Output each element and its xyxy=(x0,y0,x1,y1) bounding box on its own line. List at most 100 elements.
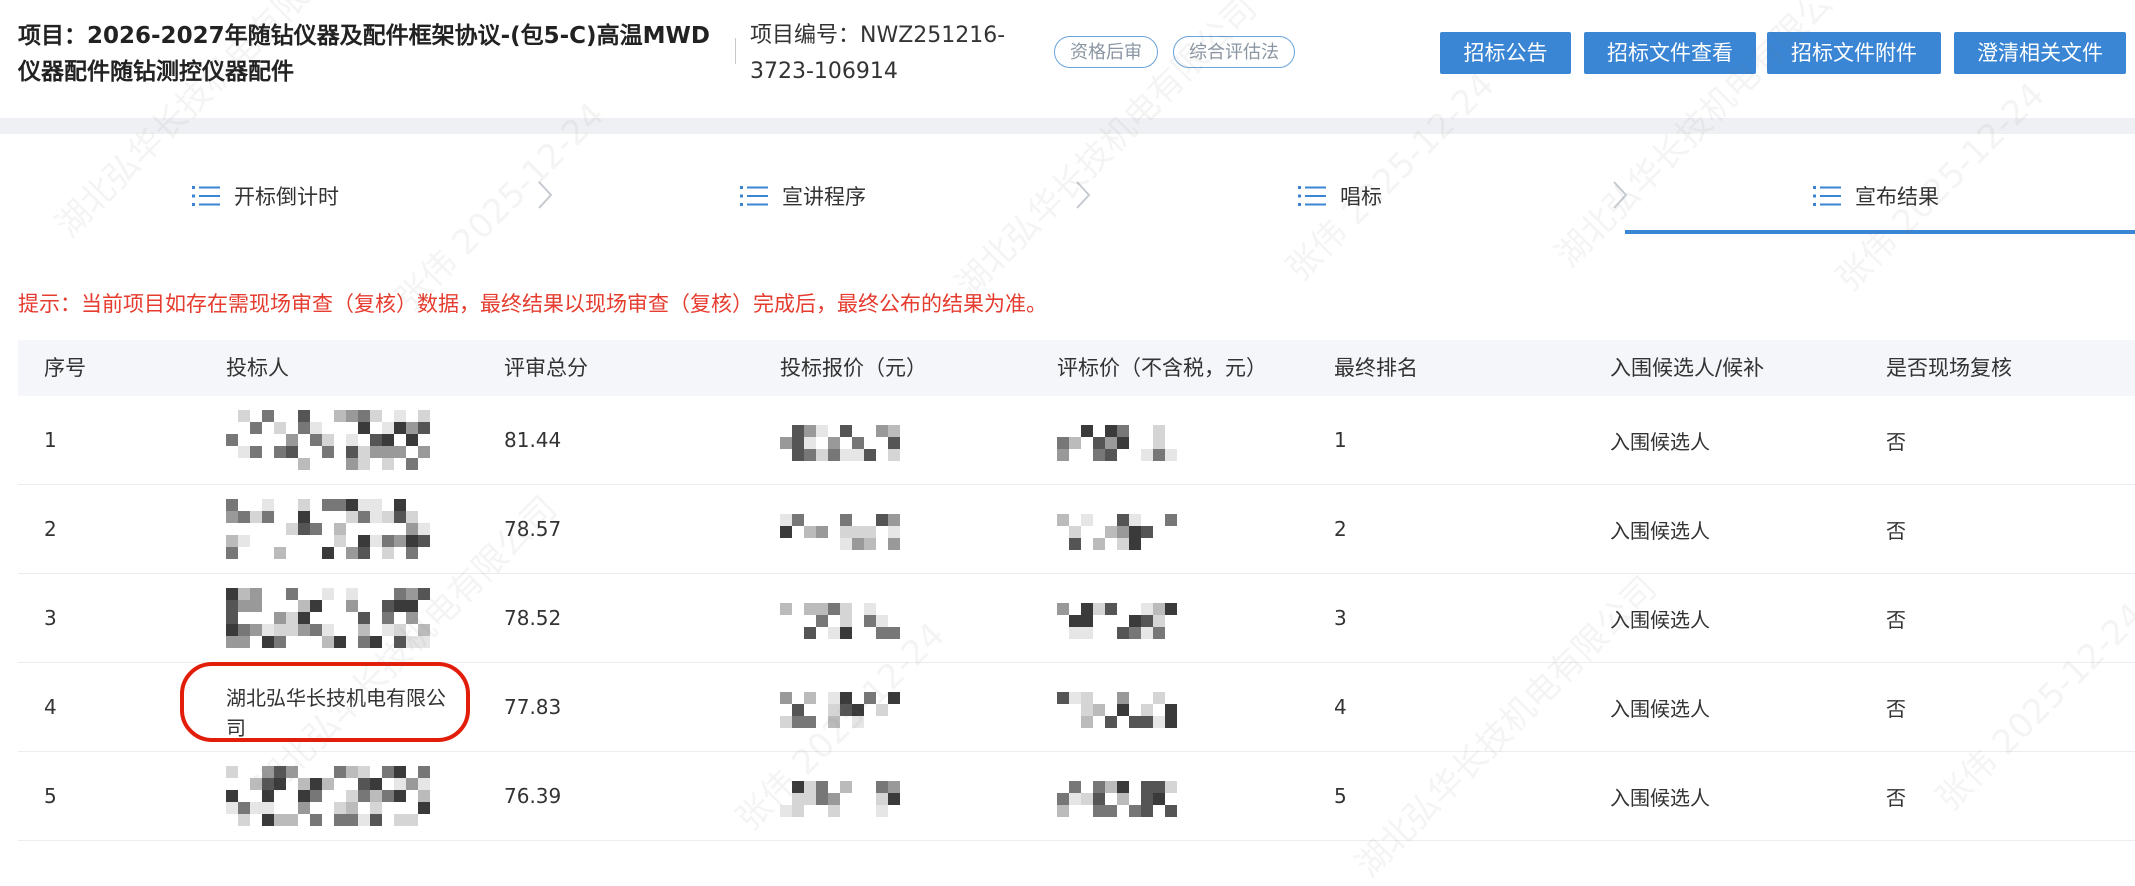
total-score: 76.39 xyxy=(504,784,562,808)
bidder-cell xyxy=(226,485,430,573)
column-header: 投标报价（元） xyxy=(780,356,927,380)
redacted-bid-price xyxy=(780,425,900,461)
tag-qualification-review: 资格后审 xyxy=(1054,36,1158,68)
redacted-bid-price xyxy=(780,692,900,728)
final-rank: 2 xyxy=(1334,517,1347,541)
candidate-status: 入围候选人 xyxy=(1610,607,1710,632)
row-number: 2 xyxy=(44,517,57,541)
evaluated-price-cell xyxy=(1057,485,1177,573)
section-divider xyxy=(0,118,2135,134)
column-header: 最终排名 xyxy=(1334,356,1418,380)
evaluated-price-cell xyxy=(1057,574,1177,662)
redacted-bid-price xyxy=(780,781,900,817)
redacted-bidder xyxy=(226,766,430,826)
candidate-status: 入围候选人 xyxy=(1610,429,1710,454)
step-bid-reading[interactable]: 唱标 xyxy=(1298,178,1382,214)
table-row: 2 78.57 2 入围候选人 否 xyxy=(18,485,2135,574)
table-row: 3 78.52 3 入围候选人 否 xyxy=(18,574,2135,663)
list-icon xyxy=(1813,186,1841,206)
step-label: 宣布结果 xyxy=(1855,185,1939,209)
project-number: 项目编号：NWZ251216-3723-106914 xyxy=(750,23,1006,84)
table-row: 1 81.44 1 入围候选人 否 xyxy=(18,396,2135,485)
redacted-evaluated-price xyxy=(1057,514,1177,550)
chevron-right-icon xyxy=(1613,181,1628,209)
total-score: 77.83 xyxy=(504,695,562,719)
table-row: 5 76.39 5 入围候选人 否 xyxy=(18,752,2135,841)
row-number: 5 xyxy=(44,784,57,808)
redacted-evaluated-price xyxy=(1057,603,1177,639)
column-header: 序号 xyxy=(44,356,86,380)
list-icon xyxy=(740,186,768,206)
candidate-status: 入围候选人 xyxy=(1610,518,1710,543)
column-header: 评标价（不含税，元） xyxy=(1057,356,1267,380)
evaluated-price-cell xyxy=(1057,396,1177,484)
bid-price-cell xyxy=(780,574,900,662)
bid-price-cell xyxy=(780,396,900,484)
header-divider xyxy=(735,38,736,64)
step-label: 宣讲程序 xyxy=(782,185,866,209)
column-header: 是否现场复核 xyxy=(1886,356,2012,380)
project-header: 项目：2026-2027年随钻仪器及配件框架协议-(包5-C)高温MWD仪器配件… xyxy=(0,0,2135,118)
step-announce-results[interactable]: 宣布结果 xyxy=(1813,178,1939,214)
tender-attachments-button[interactable]: 招标文件附件 xyxy=(1767,32,1941,74)
chevron-right-icon xyxy=(1076,181,1091,209)
bidder-cell xyxy=(226,752,430,840)
redacted-bidder xyxy=(226,499,430,559)
bid-price-cell xyxy=(780,485,900,573)
total-score: 78.57 xyxy=(504,517,562,541)
tender-document-view-button[interactable]: 招标文件查看 xyxy=(1584,32,1756,74)
step-label: 开标倒计时 xyxy=(234,185,339,209)
column-header: 投标人 xyxy=(226,356,289,380)
chevron-right-icon xyxy=(538,181,553,209)
redacted-evaluated-price xyxy=(1057,692,1177,728)
step-label: 唱标 xyxy=(1340,185,1382,209)
step-opening-countdown[interactable]: 开标倒计时 xyxy=(192,178,339,214)
total-score: 81.44 xyxy=(504,428,562,452)
redacted-bid-price xyxy=(780,514,900,550)
list-icon xyxy=(192,186,220,206)
candidate-status: 入围候选人 xyxy=(1610,696,1710,721)
redacted-bidder xyxy=(226,410,430,470)
results-table: 序号 投标人 评审总分 投标报价（元） 评标价（不含税，元） 最终排名 入围候选… xyxy=(18,340,2135,841)
evaluated-price-cell xyxy=(1057,752,1177,840)
bidder-cell xyxy=(226,574,430,662)
tag-evaluation-method: 综合评估法 xyxy=(1173,36,1295,68)
bidder-cell: 湖北弘华长技机电有限公司 xyxy=(226,663,456,751)
result-notice: 提示：当前项目如存在需现场审查（复核）数据，最终结果以现场审查（复核）完成后，最… xyxy=(18,292,1047,316)
redacted-bidder xyxy=(226,588,430,648)
table-body: 1 81.44 1 入围候选人否 2 78.57 2 入围候选人否 3 78.52 3 入围候选人否 4… xyxy=(18,396,2135,841)
list-icon xyxy=(1298,186,1326,206)
active-step-indicator xyxy=(1625,230,2135,234)
process-steps: 开标倒计时 宣讲程序 唱标 宣布结果 xyxy=(0,134,2135,234)
redacted-evaluated-price xyxy=(1057,425,1177,461)
bid-price-cell xyxy=(780,663,900,751)
tender-announcement-button[interactable]: 招标公告 xyxy=(1440,32,1571,74)
bidder-name: 湖北弘华长技机电有限公司 xyxy=(226,686,446,740)
clarification-files-button[interactable]: 澄清相关文件 xyxy=(1954,32,2126,74)
final-rank: 5 xyxy=(1334,784,1347,808)
table-row: 4 湖北弘华长技机电有限公司 77.83 4 入围候选人 否 xyxy=(18,663,2135,752)
project-title: 项目：2026-2027年随钻仪器及配件框架协议-(包5-C)高温MWD仪器配件… xyxy=(18,23,710,85)
final-rank: 1 xyxy=(1334,428,1347,452)
onsite-review: 否 xyxy=(1886,785,1906,810)
onsite-review: 否 xyxy=(1886,429,1906,454)
step-briefing-procedure[interactable]: 宣讲程序 xyxy=(740,178,866,214)
column-header: 入围候选人/候补 xyxy=(1610,356,1765,380)
table-header: 序号 投标人 评审总分 投标报价（元） 评标价（不含税，元） 最终排名 入围候选… xyxy=(18,340,2135,396)
redacted-bid-price xyxy=(780,603,900,639)
bidder-cell xyxy=(226,396,430,484)
total-score: 78.52 xyxy=(504,606,562,630)
column-header: 评审总分 xyxy=(504,356,588,380)
bid-price-cell xyxy=(780,752,900,840)
row-number: 4 xyxy=(44,695,57,719)
redacted-evaluated-price xyxy=(1057,781,1177,817)
onsite-review: 否 xyxy=(1886,607,1906,632)
evaluated-price-cell xyxy=(1057,663,1177,751)
final-rank: 3 xyxy=(1334,606,1347,630)
final-rank: 4 xyxy=(1334,695,1347,719)
candidate-status: 入围候选人 xyxy=(1610,785,1710,810)
row-number: 1 xyxy=(44,428,57,452)
onsite-review: 否 xyxy=(1886,696,1906,721)
onsite-review: 否 xyxy=(1886,518,1906,543)
row-number: 3 xyxy=(44,606,57,630)
